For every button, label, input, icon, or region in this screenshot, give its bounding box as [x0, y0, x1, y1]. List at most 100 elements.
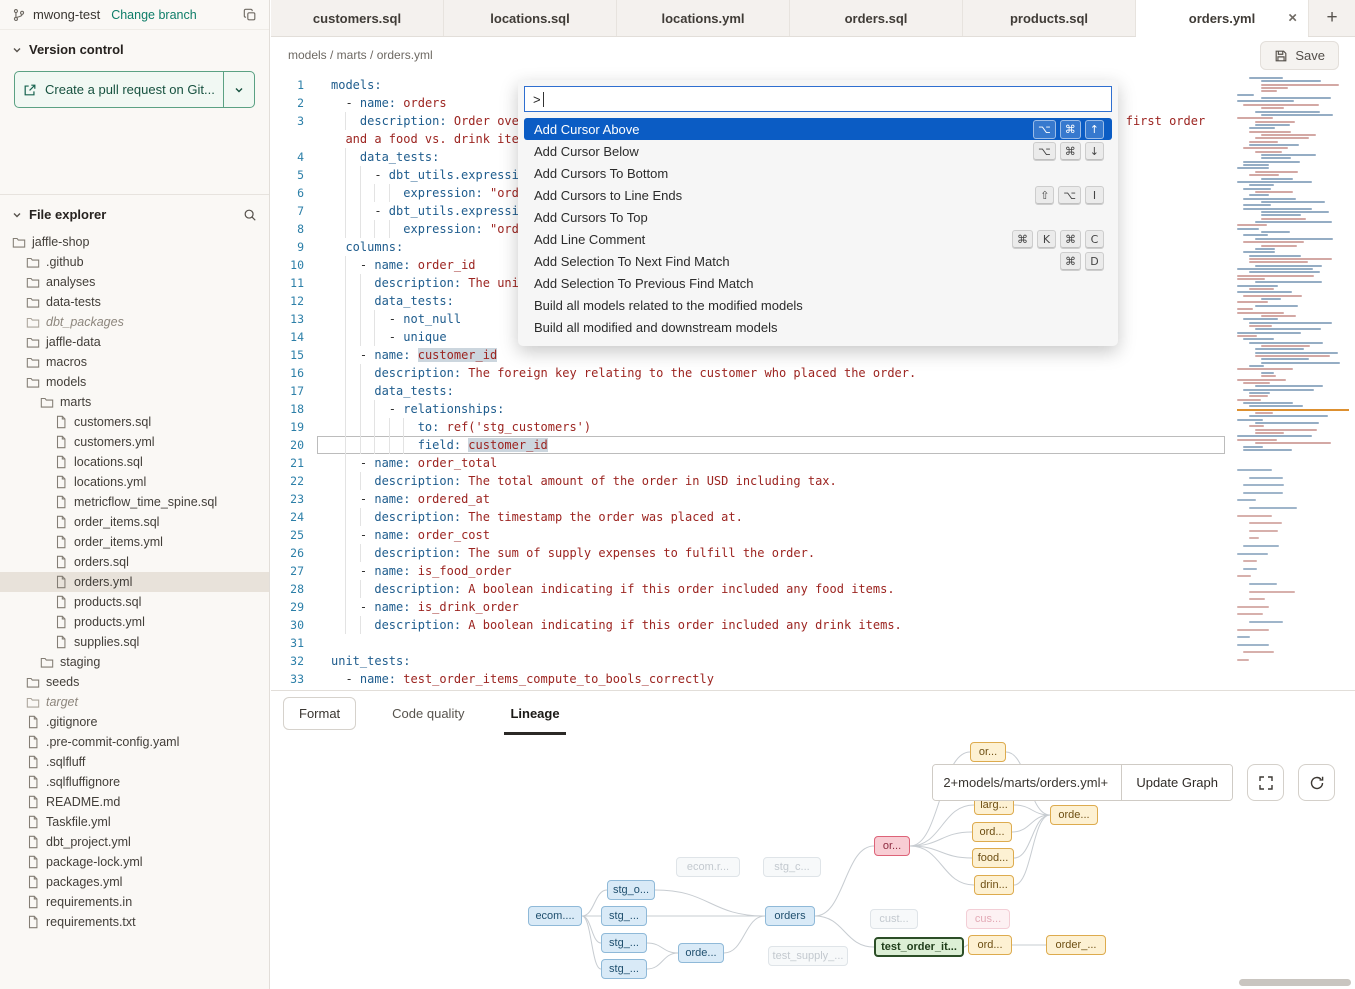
editor-tab-products.sql[interactable]: products.sql — [963, 0, 1136, 36]
code-line-31[interactable]: 31 — [271, 634, 1225, 652]
lineage-node-test_s[interactable]: test_supply_... — [768, 946, 848, 966]
tree-file-.sqlfluffignore[interactable]: .sqlfluffignore — [0, 772, 269, 792]
lineage-node-orders[interactable]: orders — [765, 906, 815, 926]
editor-tab-orders.sql[interactable]: orders.sql — [790, 0, 963, 36]
tree-file-.gitignore[interactable]: .gitignore — [0, 712, 269, 732]
lineage-node-stg_o[interactable]: stg_o... — [607, 880, 655, 900]
tree-folder-seeds[interactable]: seeds — [0, 672, 269, 692]
format-button[interactable]: Format — [283, 697, 356, 730]
search-icon[interactable] — [243, 208, 257, 222]
new-tab-button[interactable]: + — [1309, 0, 1355, 36]
lineage-node-stg2[interactable]: stg_... — [601, 933, 647, 953]
tree-file-locations.yml[interactable]: locations.yml — [0, 472, 269, 492]
tree-folder-analyses[interactable]: analyses — [0, 272, 269, 292]
code-line-30[interactable]: 30 description: A boolean indicating if … — [271, 616, 1225, 634]
code-line-23[interactable]: 23 - name: ordered_at — [271, 490, 1225, 508]
update-graph-button[interactable]: Update Graph — [1121, 765, 1232, 800]
save-button[interactable]: Save — [1260, 41, 1339, 70]
tree-file-metricflow_time_spine.sql[interactable]: metricflow_time_spine.sql — [0, 492, 269, 512]
code-line-32[interactable]: 32unit_tests: — [271, 652, 1225, 670]
lineage-node-stg3[interactable]: stg_... — [601, 959, 647, 979]
tree-folder-.github[interactable]: .github — [0, 252, 269, 272]
code-line-25[interactable]: 25 - name: order_cost — [271, 526, 1225, 544]
lineage-node-order_y[interactable]: order_... — [1046, 935, 1106, 955]
tree-folder-staging[interactable]: staging — [0, 652, 269, 672]
tree-folder-macros[interactable]: macros — [0, 352, 269, 372]
palette-item[interactable]: Add Cursors to Line Ends⇧⌥I — [524, 184, 1112, 206]
command-palette-input[interactable]: > — [524, 86, 1112, 112]
code-line-28[interactable]: 28 description: A boolean indicating if … — [271, 580, 1225, 598]
lineage-node-orde_rt[interactable]: orde... — [1050, 805, 1098, 825]
tree-file-.pre-commit-config.yaml[interactable]: .pre-commit-config.yaml — [0, 732, 269, 752]
tree-file-package-lock.yml[interactable]: package-lock.yml — [0, 852, 269, 872]
tree-file-supplies.sql[interactable]: supplies.sql — [0, 632, 269, 652]
panel-tab-code-quality[interactable]: Code quality — [386, 691, 470, 735]
code-line-17[interactable]: 17 data_tests: — [271, 382, 1225, 400]
palette-item[interactable]: Add Selection To Next Find Match⌘D — [524, 250, 1112, 272]
code-line-15[interactable]: 15 - name: customer_id — [271, 346, 1225, 364]
tree-folder-data-tests[interactable]: data-tests — [0, 292, 269, 312]
code-line-16[interactable]: 16 description: The foreign key relating… — [271, 364, 1225, 382]
palette-item[interactable]: Add Cursors To Top — [524, 206, 1112, 228]
horizontal-scrollbar[interactable] — [1239, 979, 1351, 986]
palette-item[interactable]: Add Cursor Above⌥⌘↑ — [524, 118, 1112, 140]
close-icon[interactable]: × — [1288, 10, 1297, 27]
palette-item[interactable]: Add Cursor Below⌥⌘↓ — [524, 140, 1112, 162]
version-control-header[interactable]: Version control — [0, 30, 269, 65]
lineage-node-cus_p[interactable]: cus... — [966, 909, 1010, 929]
create-pr-main[interactable]: Create a pull request on Git... — [15, 72, 223, 107]
tree-file-requirements.in[interactable]: requirements.in — [0, 892, 269, 912]
palette-item[interactable]: Add Selection To Previous Find Match — [524, 272, 1112, 294]
create-pr-button[interactable]: Create a pull request on Git... — [14, 71, 255, 108]
lineage-node-stg1[interactable]: stg_... — [601, 906, 647, 926]
editor-tab-locations.yml[interactable]: locations.yml — [617, 0, 790, 36]
palette-item[interactable]: Build all models related to the modified… — [524, 294, 1112, 316]
tree-file-products.sql[interactable]: products.sql — [0, 592, 269, 612]
fullscreen-button[interactable] — [1247, 764, 1284, 801]
code-line-21[interactable]: 21 - name: order_total — [271, 454, 1225, 472]
tree-file-requirements.txt[interactable]: requirements.txt — [0, 912, 269, 932]
lineage-node-ord2[interactable]: ord... — [968, 935, 1012, 955]
code-line-33[interactable]: 33 - name: test_order_items_compute_to_b… — [271, 670, 1225, 688]
tree-file-orders.sql[interactable]: orders.sql — [0, 552, 269, 572]
copy-icon[interactable] — [243, 8, 257, 22]
tree-file-dbt_project.yml[interactable]: dbt_project.yml — [0, 832, 269, 852]
tree-file-packages.yml[interactable]: packages.yml — [0, 872, 269, 892]
tree-file-order_items.sql[interactable]: order_items.sql — [0, 512, 269, 532]
lineage-node-or_pink[interactable]: or... — [874, 836, 910, 856]
tree-file-customers.sql[interactable]: customers.sql — [0, 412, 269, 432]
code-line-27[interactable]: 27 - name: is_food_order — [271, 562, 1225, 580]
editor-tab-locations.sql[interactable]: locations.sql — [444, 0, 617, 36]
tree-folder-models[interactable]: models — [0, 372, 269, 392]
tree-file-locations.sql[interactable]: locations.sql — [0, 452, 269, 472]
tree-file-.sqlfluff[interactable]: .sqlfluff — [0, 752, 269, 772]
code-line-20[interactable]: 20 field: customer_id — [271, 436, 1225, 454]
editor-tab-customers.sql[interactable]: customers.sql — [271, 0, 444, 36]
minimap[interactable] — [1237, 77, 1349, 677]
code-line-22[interactable]: 22 description: The total amount of the … — [271, 472, 1225, 490]
lineage-node-food[interactable]: food... — [972, 848, 1014, 868]
tree-folder-jaffle-data[interactable]: jaffle-data — [0, 332, 269, 352]
tree-folder-target[interactable]: target — [0, 692, 269, 712]
code-line-19[interactable]: 19 to: ref('stg_customers') — [271, 418, 1225, 436]
tree-file-customers.yml[interactable]: customers.yml — [0, 432, 269, 452]
palette-item[interactable]: Build all modified and downstream models — [524, 316, 1112, 338]
tree-file-orders.yml[interactable]: orders.yml — [0, 572, 269, 592]
palette-item[interactable]: Add Line Comment⌘K⌘C — [524, 228, 1112, 250]
tree-folder-jaffle-shop[interactable]: jaffle-shop — [0, 232, 269, 252]
tree-file-README.md[interactable]: README.md — [0, 792, 269, 812]
palette-item[interactable]: Add Cursors To Bottom — [524, 162, 1112, 184]
lineage-node-or_top[interactable]: or... — [970, 742, 1006, 762]
tree-file-order_items.yml[interactable]: order_items.yml — [0, 532, 269, 552]
tree-folder-marts[interactable]: marts — [0, 392, 269, 412]
lineage-node-drin[interactable]: drin... — [974, 875, 1014, 895]
refresh-button[interactable] — [1298, 764, 1335, 801]
editor-tab-orders.yml[interactable]: orders.yml× — [1136, 0, 1309, 36]
tree-file-Taskfile.yml[interactable]: Taskfile.yml — [0, 812, 269, 832]
tree-folder-dbt_packages[interactable]: dbt_packages — [0, 312, 269, 332]
lineage-node-test_o[interactable]: test_order_it... — [874, 937, 964, 957]
code-line-26[interactable]: 26 description: The sum of supply expens… — [271, 544, 1225, 562]
lineage-node-ecom_r[interactable]: ecom.r... — [676, 857, 740, 877]
pr-dropdown-button[interactable] — [223, 72, 254, 107]
code-line-18[interactable]: 18 - relationships: — [271, 400, 1225, 418]
